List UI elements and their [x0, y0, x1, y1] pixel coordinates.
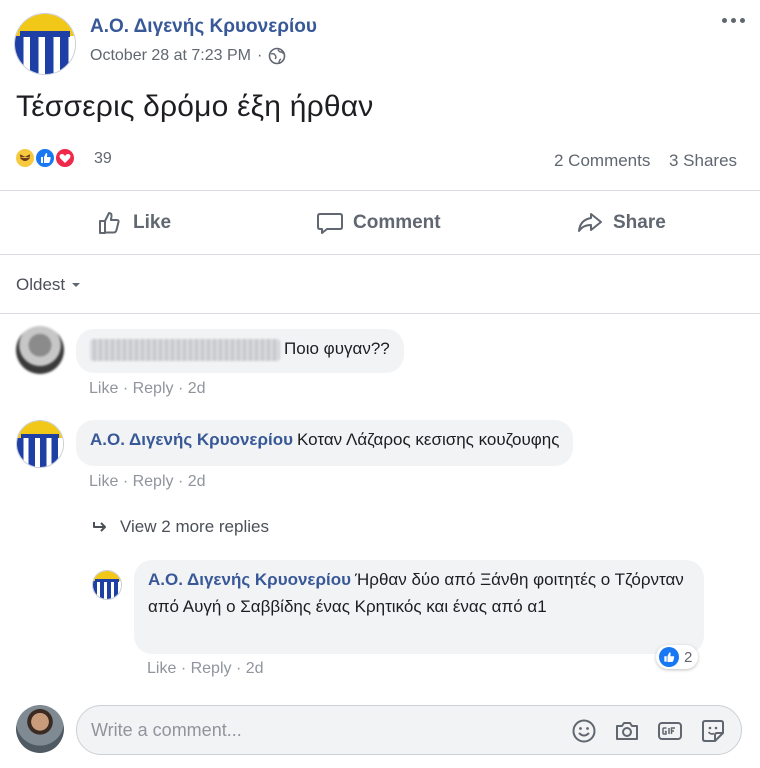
share-button-label: Share — [613, 212, 666, 233]
love-reaction-icon — [54, 147, 76, 169]
comment-button[interactable]: Comment — [316, 205, 441, 241]
view-more-replies-link[interactable]: View 2 more replies — [92, 517, 269, 537]
like-reaction-icon — [34, 147, 56, 169]
comment-reply-link[interactable]: Reply — [133, 473, 174, 490]
comment-like-link[interactable]: Like — [89, 473, 118, 490]
reply-like-count-badge[interactable]: 2 — [656, 645, 699, 669]
reply-like-link[interactable]: Like — [147, 660, 176, 677]
globe-icon — [269, 47, 286, 65]
comment-like-link[interactable]: Like — [89, 380, 118, 397]
comment-icon — [317, 213, 343, 234]
thumbs-up-icon — [99, 212, 120, 234]
emoji-icon[interactable] — [571, 718, 597, 744]
comment-bubble: Α.Ο. Διγενής Κρυονερίου Κοταν Λάζαρος κεσ… — [76, 420, 574, 466]
comment-age[interactable]: 2d — [188, 473, 206, 490]
gif-icon[interactable] — [657, 718, 683, 744]
comment-input[interactable] — [91, 716, 561, 744]
camera-icon[interactable] — [614, 718, 640, 744]
reply-arrow-icon — [93, 522, 106, 532]
reply-age[interactable]: 2d — [246, 660, 264, 677]
share-icon — [578, 213, 602, 232]
reactions-summary[interactable]: 39 — [14, 147, 124, 173]
post-timestamp[interactable]: October 28 at 7:23 PM · — [90, 47, 286, 65]
caret-down-icon — [72, 283, 81, 287]
reply-author-avatar[interactable] — [92, 570, 122, 600]
divider — [0, 313, 760, 314]
page-avatar[interactable] — [14, 13, 76, 75]
comment-button-label: Comment — [353, 212, 441, 233]
like-button[interactable]: Like — [96, 205, 171, 241]
share-button[interactable]: Share — [576, 205, 666, 241]
like-reaction-icon — [659, 647, 679, 667]
reply-actions: Like · Reply · 2d — [147, 660, 264, 677]
divider — [0, 254, 760, 255]
shares-count[interactable]: 3 Shares — [669, 151, 737, 171]
commenter-avatar[interactable] — [16, 420, 64, 468]
comment-bubble: Ποιο φυγαν?? — [76, 329, 404, 373]
redacted-author-name[interactable] — [90, 338, 280, 361]
commenter-avatar[interactable] — [16, 326, 64, 374]
reply-like-count: 2 — [684, 648, 693, 666]
haha-reaction-icon — [14, 147, 36, 169]
current-user-avatar[interactable] — [16, 705, 64, 753]
comments-count[interactable]: 2 Comments — [554, 151, 650, 171]
reaction-count[interactable]: 39 — [94, 150, 112, 168]
like-button-label: Like — [133, 212, 172, 233]
comment-text: Ποιο φυγαν?? — [284, 339, 390, 358]
comment-sort-label: Oldest — [16, 275, 66, 294]
more-options-icon[interactable] — [722, 18, 745, 23]
view-more-replies-label: View 2 more replies — [120, 517, 269, 536]
comment-sort-dropdown[interactable]: Oldest — [16, 275, 81, 295]
comment-actions: Like · Reply · 2d — [89, 380, 206, 397]
comment-author[interactable]: Α.Ο. Διγενής Κρυονερίου — [90, 430, 293, 449]
post-author[interactable]: Α.Ο. Διγενής Κρυονερίου — [90, 16, 317, 38]
post-text: Τέσσερις δρόμο έξη ήρθαν — [16, 90, 374, 123]
reply-author[interactable]: Α.Ο. Διγενής Κρυονερίου — [148, 570, 351, 589]
comment-actions: Like · Reply · 2d — [89, 473, 206, 490]
comment-age[interactable]: 2d — [188, 380, 206, 397]
divider — [0, 190, 760, 191]
sticker-icon[interactable] — [700, 718, 726, 744]
comment-text: Κοταν Λάζαρος κεσισης κουζουφης — [297, 430, 560, 449]
reply-bubble: Α.Ο. Διγενής Κρυονερίου Ήρθαν δύο από Ξάν… — [134, 560, 704, 654]
post-time-text[interactable]: October 28 at 7:23 PM — [90, 47, 251, 65]
comment-composer[interactable] — [76, 705, 742, 755]
reply-reply-link[interactable]: Reply — [191, 660, 232, 677]
comment-reply-link[interactable]: Reply — [133, 380, 174, 397]
